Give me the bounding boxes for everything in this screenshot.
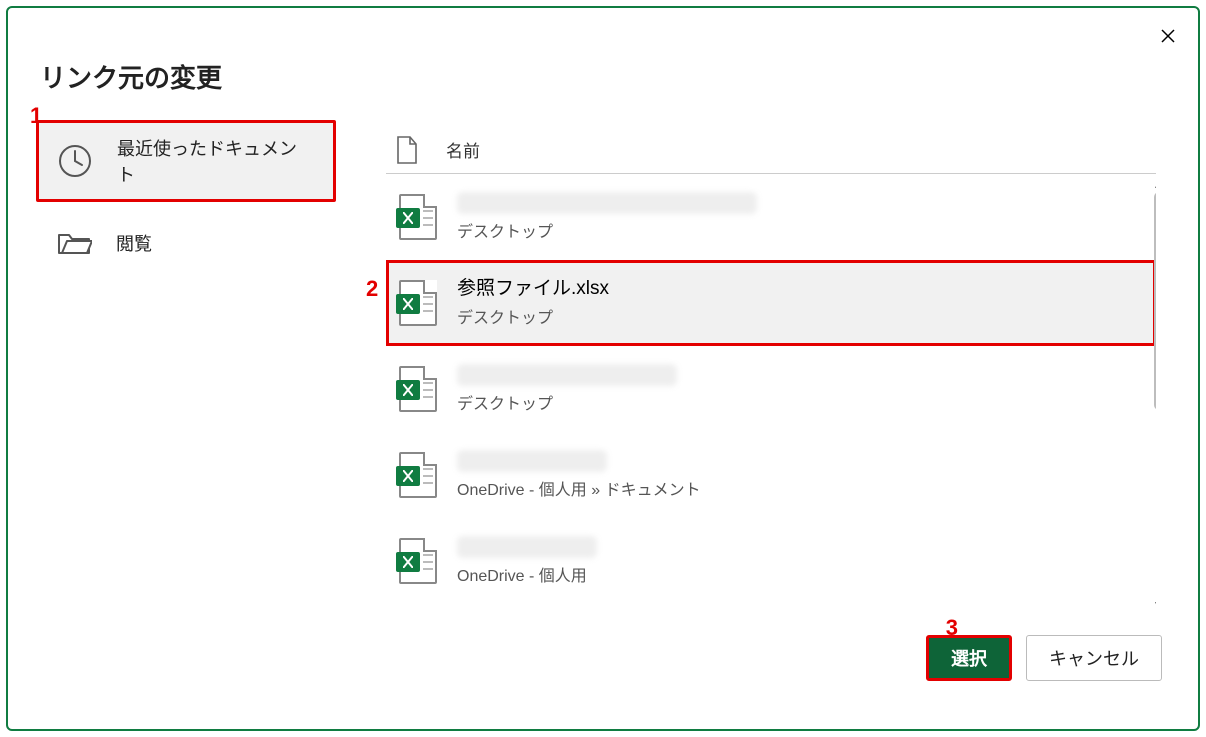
file-row[interactable]: 参照ファイル.xlsx デスクトップ [386,260,1156,346]
sidebar-item-label: 最近使ったドキュメント [117,135,313,187]
dialog-buttons: 選択 キャンセル [926,635,1162,681]
file-row[interactable]: OneDrive - 個人用 » ドキュメント [386,432,1156,518]
file-row[interactable]: OneDrive - 個人用 [386,518,1156,604]
file-location: デスクトップ [457,218,757,242]
scrollbar[interactable]: ▲ ▼ [1150,174,1156,614]
sidebar-item-label: 閲覧 [116,230,152,256]
file-location: OneDrive - 個人用 [457,562,597,586]
excel-file-icon [399,366,437,412]
excel-file-icon [399,194,437,240]
file-location: OneDrive - 個人用 » ドキュメント [457,476,701,500]
callout-2: 2 [366,276,378,302]
sidebar: 最近使ったドキュメント 閲覧 [36,120,336,284]
scroll-thumb[interactable] [1154,192,1156,410]
clock-icon [57,143,93,179]
file-name [457,450,607,472]
folder-open-icon [56,225,92,261]
excel-file-icon [399,538,437,584]
change-source-dialog: リンク元の変更 1 2 3 最近使ったドキュメント 閲覧 名前 デスクトッ [6,6,1200,731]
scroll-down-icon[interactable]: ▼ [1150,596,1156,614]
file-location: デスクトップ [457,390,677,414]
cancel-button[interactable]: キャンセル [1026,635,1162,681]
file-text: デスクトップ [457,192,757,242]
select-button[interactable]: 選択 [926,635,1012,681]
dialog-title: リンク元の変更 [40,58,222,95]
file-icon [396,136,418,164]
file-area: 名前 デスクトップ参照ファイル.xlsxデスクトップデスクトップOneDrive… [386,126,1156,618]
file-location: デスクトップ [457,304,609,328]
file-text: 参照ファイル.xlsx デスクトップ [457,278,609,329]
scroll-up-icon[interactable]: ▲ [1150,174,1156,192]
file-list: デスクトップ参照ファイル.xlsxデスクトップデスクトップOneDrive - … [386,174,1156,614]
file-text: OneDrive - 個人用 » ドキュメント [457,450,701,500]
excel-file-icon [399,452,437,498]
file-row[interactable]: デスクトップ [386,346,1156,432]
excel-file-icon [399,280,437,326]
sidebar-item-recent[interactable]: 最近使ったドキュメント [36,120,336,202]
sidebar-item-browse[interactable]: 閲覧 [36,202,336,284]
file-row[interactable]: デスクトップ [386,174,1156,260]
close-button[interactable] [1152,20,1184,52]
file-name [457,536,597,558]
file-name [457,192,757,214]
column-header-name: 名前 [446,137,480,162]
file-text: OneDrive - 個人用 [457,536,597,586]
file-text: デスクトップ [457,364,677,414]
file-name: 参照ファイル.xlsx [457,278,609,301]
file-name [457,364,677,386]
file-list-header: 名前 [386,126,1156,174]
